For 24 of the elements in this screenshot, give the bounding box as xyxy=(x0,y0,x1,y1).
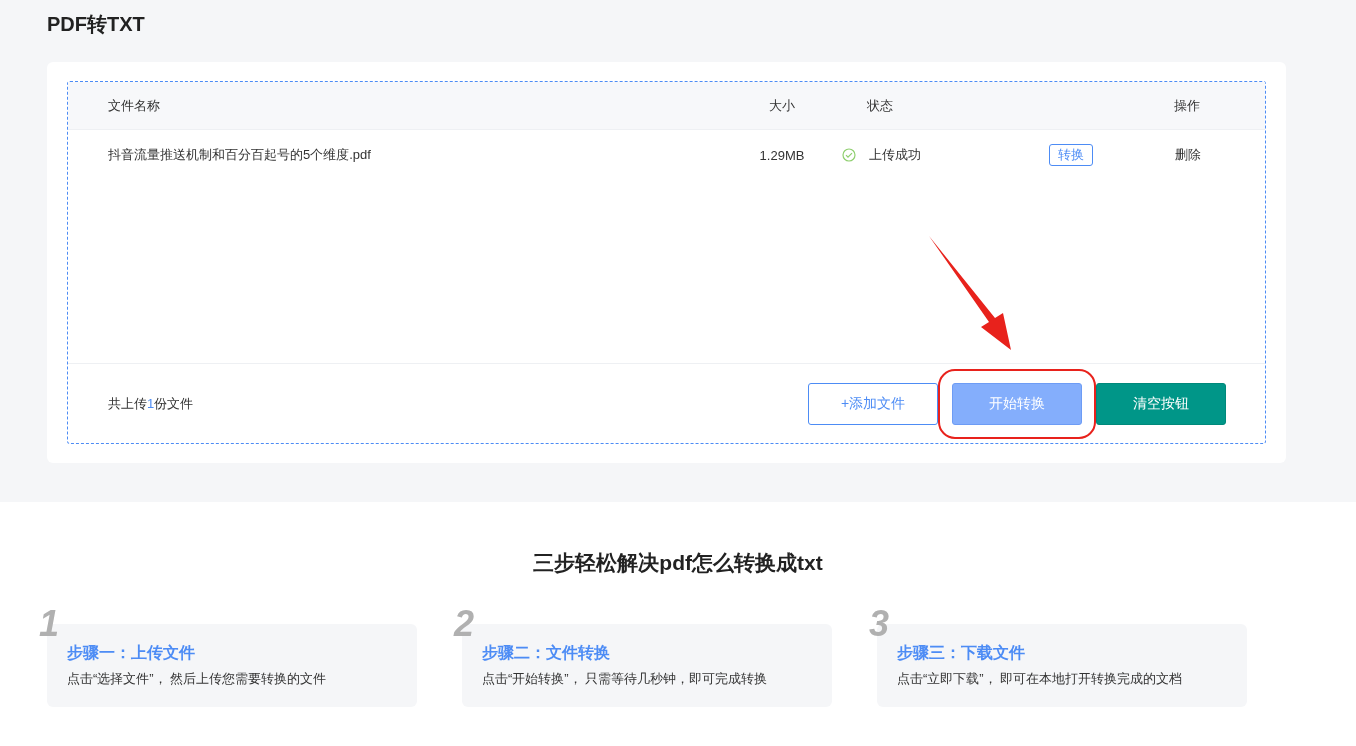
column-header: 操作 xyxy=(1174,96,1200,115)
step-number: 1 xyxy=(39,606,60,642)
section-heading: 三步轻松解决pdf怎么转换成txt xyxy=(532,550,824,576)
file-name: 抖音流量推送机制和百分百起号的5个维度.pdf xyxy=(108,146,371,164)
column-header: 状态 xyxy=(867,96,893,115)
upload-count: 共上传1份文件 xyxy=(108,394,195,413)
convert-button[interactable]: 转换 xyxy=(1049,144,1093,166)
step-description: 点击“开始转换”， 只需等待几秒钟，即可完成转换 xyxy=(482,670,769,688)
step-description: 点击“立即下载”， 即可在本地打开转换完成的文档 xyxy=(897,670,1184,688)
column-header: 大小 xyxy=(768,96,796,115)
step-title: 步骤三：下载文件 xyxy=(897,643,1026,663)
step-number: 3 xyxy=(869,606,890,642)
step-number: 2 xyxy=(454,606,475,642)
page-title: PDF转TXT xyxy=(47,12,146,37)
delete-link[interactable]: 删除 xyxy=(1175,146,1201,164)
file-size: 1.29MB xyxy=(758,147,806,163)
clear-button[interactable]: 清空按钮 xyxy=(1096,382,1226,425)
start-convert-button[interactable]: 开始转换 xyxy=(952,382,1082,425)
column-header: 文件名称 xyxy=(108,96,160,115)
upload-status: 上传成功 xyxy=(869,146,921,164)
step-description: 点击“选择文件”， 然后上传您需要转换的文件 xyxy=(67,670,328,688)
add-file-button[interactable]: +添加文件 xyxy=(808,382,938,425)
step-title: 步骤一：上传文件 xyxy=(67,643,196,663)
step-title: 步骤二：文件转换 xyxy=(482,643,611,663)
